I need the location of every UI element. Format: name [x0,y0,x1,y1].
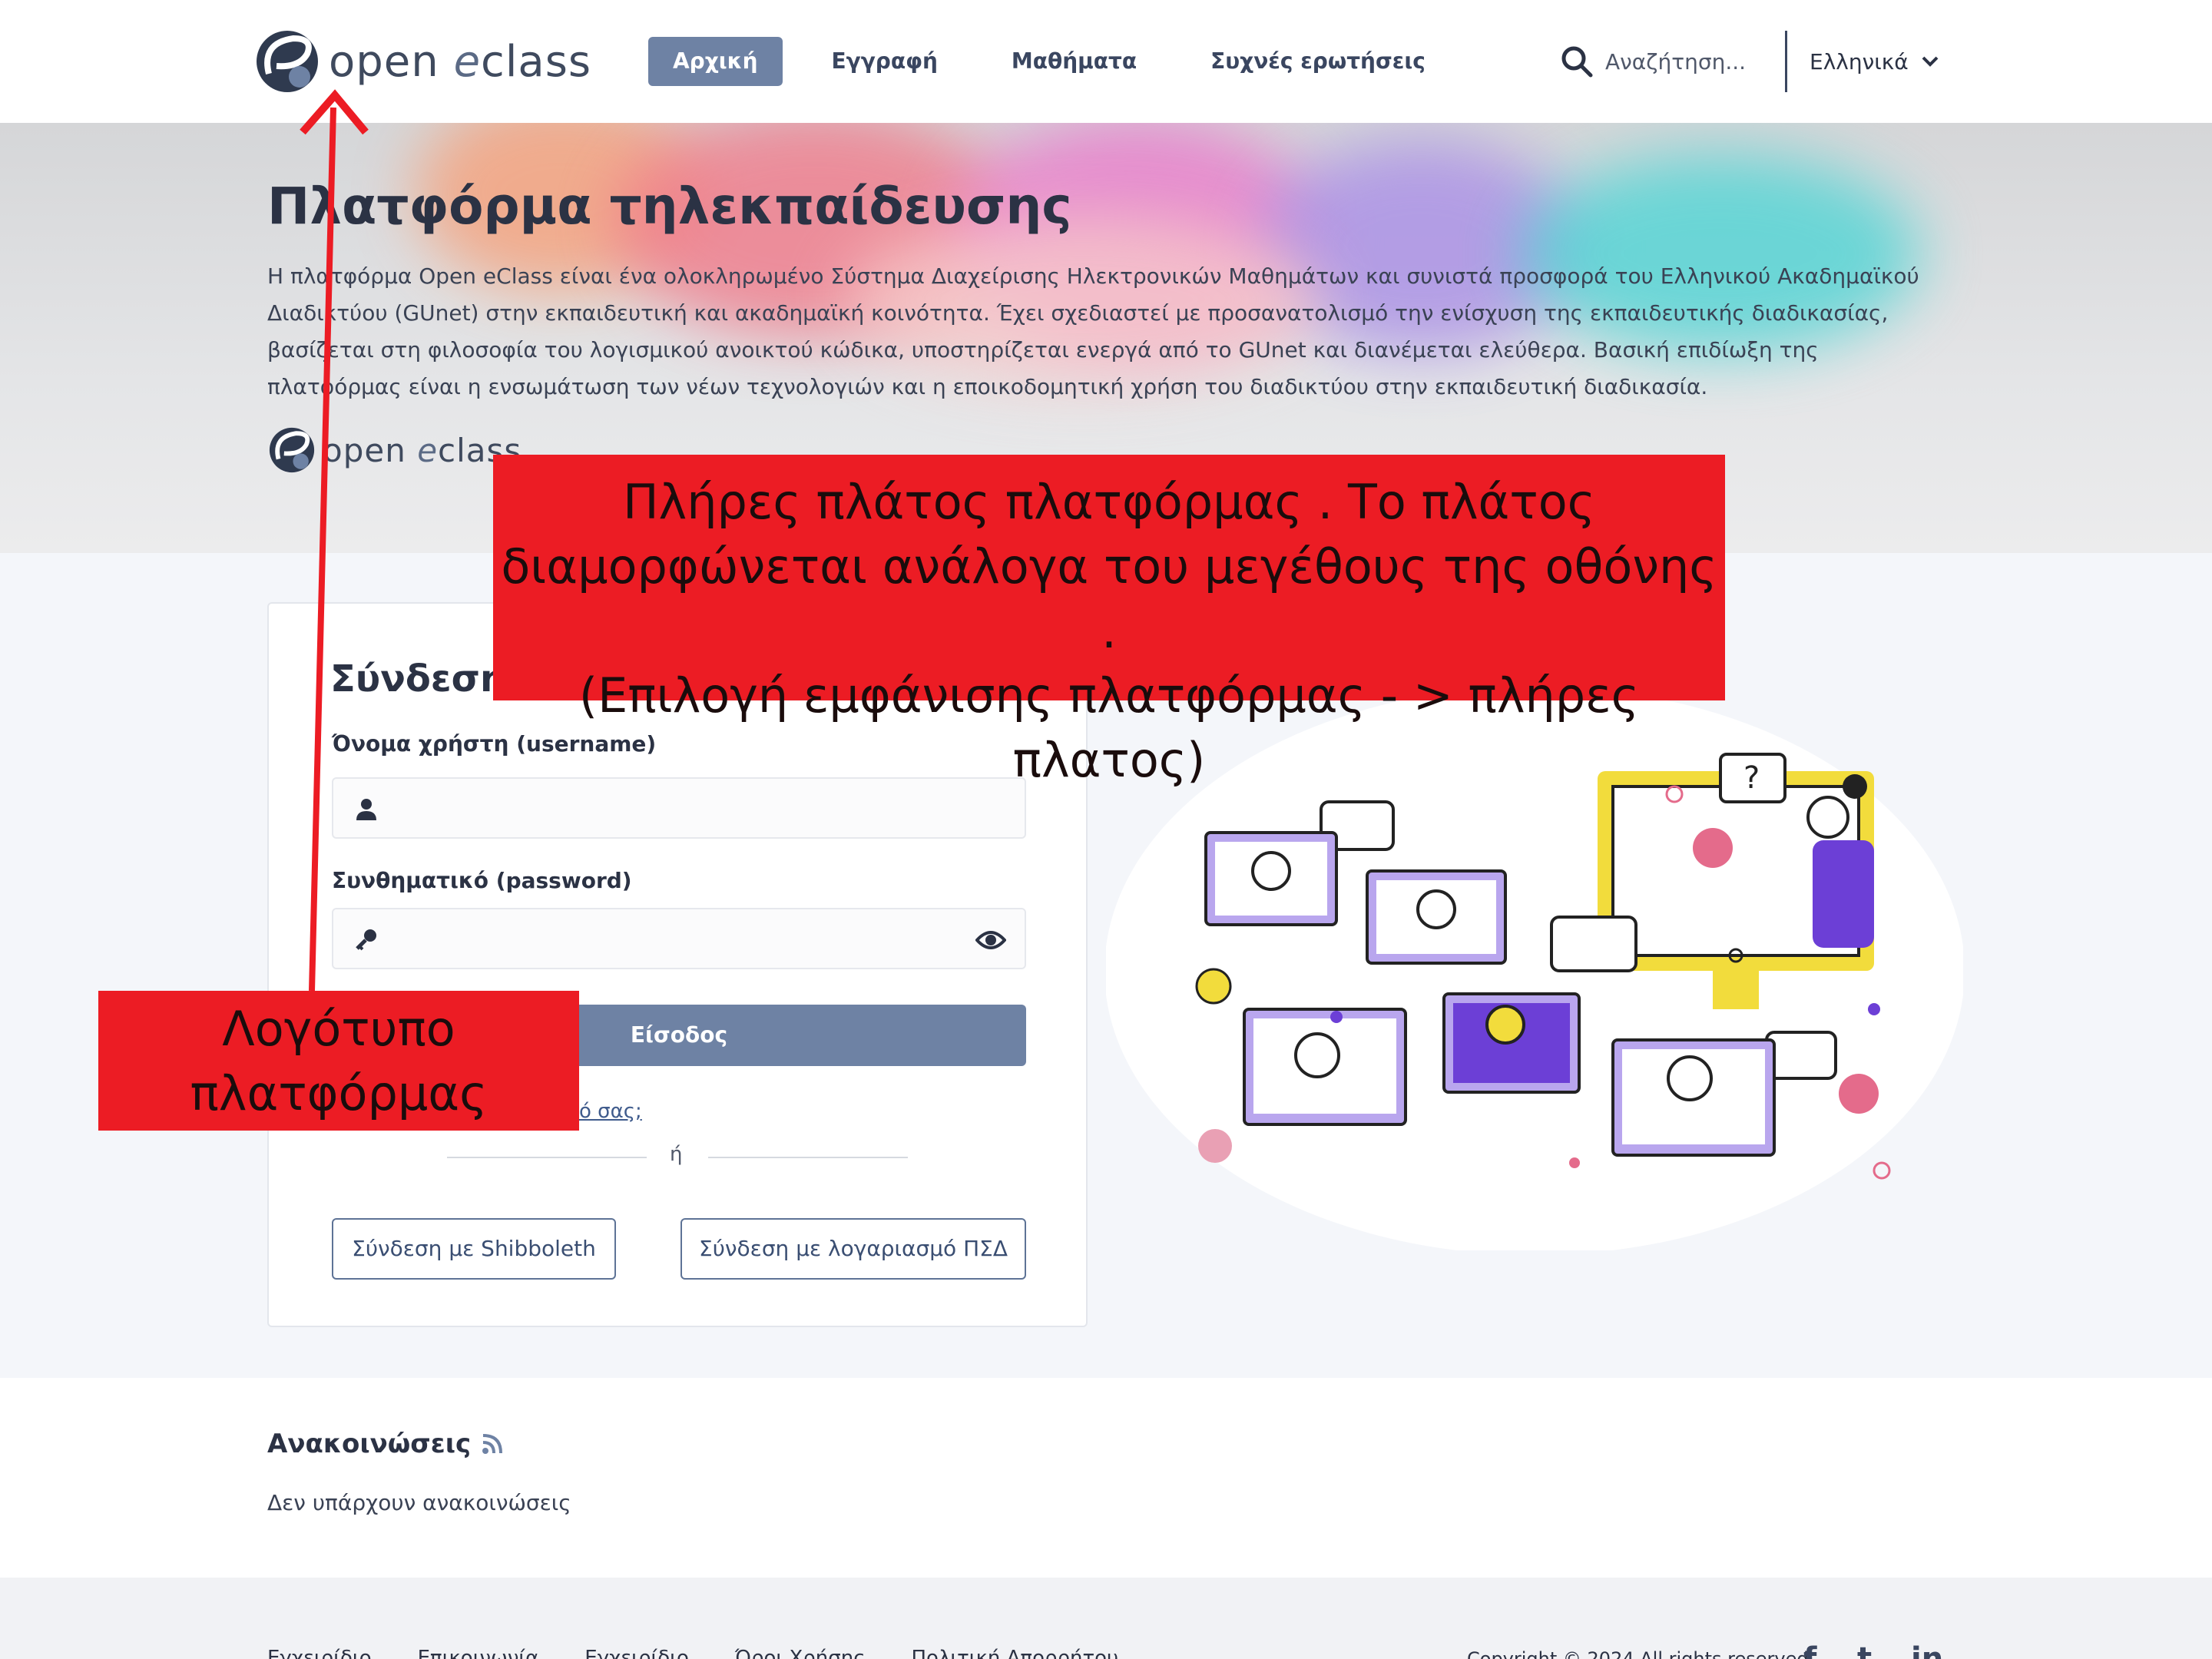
annotation-line: διαμορφώνεται ανάλογα του μεγέθους της ο… [501,538,1717,659]
platform-logo[interactable]: open eclass [253,28,591,95]
psd-login-button[interactable]: Σύνδεση με λογαριασμό ΠΣΔ [680,1218,1026,1280]
search-icon [1561,46,1593,78]
chevron-down-icon [1922,56,1939,67]
key-icon [356,929,376,951]
hero-logo: open eclass [267,426,522,475]
footer-links: Εγχειρίδιο Επικοινωνία Εγχειρίδιο Όροι Χ… [267,1647,1164,1659]
eye-icon[interactable] [975,928,1006,952]
social-links: f t in [1803,1644,1965,1659]
eclass-logo-icon [269,427,315,473]
login-title: Σύνδεση [330,657,507,700]
nav-faq[interactable]: Συχνές ερωτήσεις [1186,37,1450,86]
footer-link[interactable]: Επικοινωνία [418,1647,539,1659]
annotation-line: (Επιλογή εμφάνισης πλατφόρμας - > πλήρες… [578,667,1640,788]
shibboleth-login-button[interactable]: Σύνδεση με Shibboleth [332,1218,616,1280]
hero-title: Πλατφόρμα τηλεκπαίδευσης [267,177,1072,236]
announcements-section: Ανακοινώσεις Δεν υπάρχουν ανακοινώσεις [0,1378,2212,1578]
nav-courses[interactable]: Μαθήματα [987,37,1161,86]
language-selector[interactable]: Ελληνικά [1810,40,1939,83]
rss-icon[interactable] [482,1433,503,1455]
or-separator: ή [447,1141,908,1172]
password-label: Συνθηματικό (password) [332,868,632,893]
eclass-logo-icon [257,31,318,92]
search-placeholder: Αναζήτηση... [1605,48,1747,75]
announcements-title-text: Ανακοινώσεις [267,1429,472,1459]
twitter-icon[interactable]: t [1857,1644,1888,1659]
svg-text:?: ? [1743,760,1760,796]
annotation-line: πλατφόρμας [190,1065,488,1121]
or-line-right [708,1157,908,1158]
footer-link[interactable]: Εγχειρίδιο [267,1647,372,1659]
hero-description: Η πλατφόρμα Open eClass είναι ένα ολοκλη… [267,263,1919,399]
main-nav: Αρχική Εγγραφή Μαθήματα Συχνές ερωτήσεις [648,37,1475,86]
annotation-line: Λογότυπο [222,1001,455,1057]
annotation-full-width: Πλήρες πλάτος πλατφόρμας . Το πλάτος δια… [493,455,1725,788]
user-icon [356,799,376,820]
header-divider [1785,31,1787,92]
annotation-logo: Λογότυπο πλατφόρμας [98,991,579,1131]
footer-link[interactable]: Εγχειρίδιο [584,1647,689,1659]
or-text: ή [670,1143,683,1166]
top-header: open eclass Αρχική Εγγραφή Μαθήματα Συχν… [0,0,2212,123]
search-box[interactable]: Αναζήτηση... [1559,40,1746,83]
copyright-text: Copyright © 2024 All rights reserved [1467,1648,1809,1659]
nav-register[interactable]: Εγγραφή [807,37,962,86]
logo-text: open eclass [329,36,592,87]
password-input[interactable] [332,908,1026,969]
nav-home[interactable]: Αρχική [648,37,783,86]
linkedin-icon[interactable]: in [1911,1644,1943,1659]
footer: Εγχειρίδιο Επικοινωνία Εγχειρίδιο Όροι Χ… [0,1578,2212,1659]
footer-link[interactable]: Πολιτική Απορρήτου [912,1647,1119,1659]
annotation-line: Πλήρες πλάτος πλατφόρμας . Το πλάτος [622,474,1596,530]
or-line-left [447,1157,647,1158]
announcements-title: Ανακοινώσεις [267,1429,503,1459]
forgot-password-link[interactable]: ό σας; [579,1100,642,1123]
footer-link[interactable]: Όροι Χρήσης [735,1647,866,1659]
language-label: Ελληνικά [1810,48,1909,75]
hero-logo-text: open eclass [323,431,522,469]
announcements-empty-text: Δεν υπάρχουν ανακοινώσεις [267,1490,571,1515]
facebook-icon[interactable]: f [1803,1644,1834,1659]
